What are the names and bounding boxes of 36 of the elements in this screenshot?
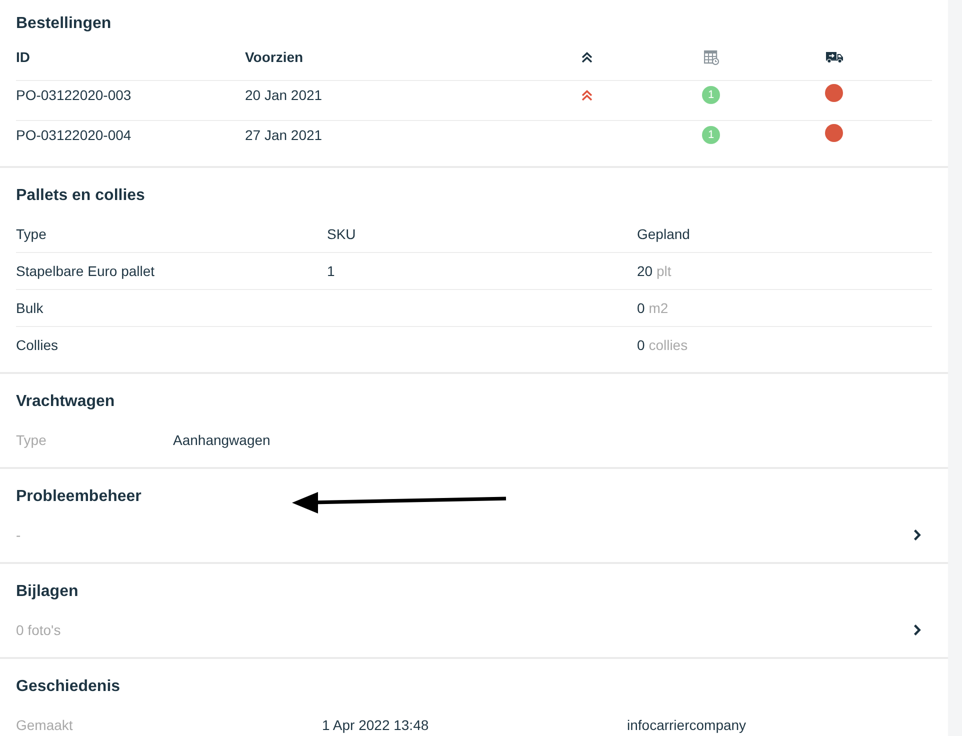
count-badge: 1 (702, 86, 720, 104)
expected-date: 27 Jan 2021 (245, 127, 322, 144)
column-header: SKU (327, 226, 356, 242)
section-title: Bestellingen (16, 14, 112, 34)
column-header: Type (16, 226, 46, 242)
order-id: PO-03122020-004 (16, 127, 132, 144)
section-title: Bijlagen (16, 582, 78, 602)
truck-icon (826, 51, 843, 63)
sku-value: 1 (327, 263, 335, 279)
count-badge: 1 (702, 126, 720, 144)
field-value: Aanhangwagen (173, 432, 270, 448)
column-header: Gepland (637, 226, 690, 242)
double-chevron-up-icon (581, 52, 593, 62)
section-title: Geschiedenis (16, 677, 120, 697)
history-user: infocarriercompany (627, 717, 746, 733)
section-value: - (16, 527, 21, 543)
pallet-type: Stapelbare Euro pallet (16, 263, 155, 279)
column-header: Voorzien (245, 49, 304, 65)
planned-quantity: 20 plt (637, 263, 672, 279)
section-value: 0 foto's (16, 622, 61, 638)
expected-date: 20 Jan 2021 (245, 87, 322, 104)
pallet-type: Bulk (16, 300, 44, 316)
pallet-type: Collies (16, 337, 58, 353)
history-action: Gemaakt (16, 717, 73, 733)
history-time: 1 Apr 2022 13:48 (322, 717, 429, 733)
section-title: Vrachtwagen (16, 392, 115, 412)
order-id: PO-03122020-003 (16, 87, 132, 104)
field-label: Type (16, 432, 46, 448)
planned-quantity: 0 collies (637, 337, 688, 353)
planned-quantity: 0 m2 (637, 300, 668, 316)
calendar-icon (704, 50, 719, 64)
chevron-right-icon[interactable] (913, 529, 921, 541)
section-title: Pallets en collies (16, 186, 145, 206)
section-title: Probleembeheer (16, 487, 142, 507)
chevron-right-icon[interactable] (913, 624, 921, 636)
column-header: ID (16, 49, 30, 65)
